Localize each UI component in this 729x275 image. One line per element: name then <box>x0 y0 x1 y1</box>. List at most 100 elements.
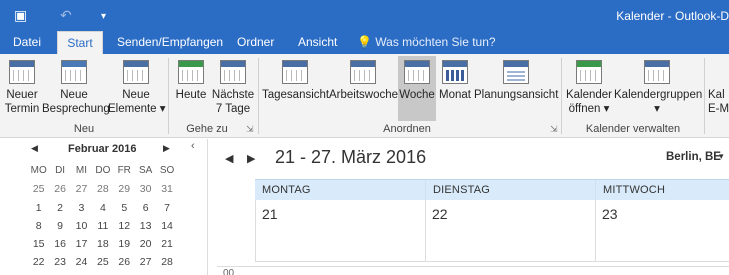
tell-me-search[interactable]: 💡 Was möchten Sie tun? <box>357 31 496 54</box>
mini-calendar-day[interactable]: 13 <box>135 217 156 235</box>
mini-calendar-day[interactable]: 4 <box>92 199 113 217</box>
mini-calendar-day[interactable]: 18 <box>92 235 113 253</box>
day-cell-tuesday[interactable]: 22 <box>425 200 595 262</box>
day-cell-wednesday[interactable]: 23 <box>595 200 729 262</box>
weather-location[interactable]: Berlin, BE <box>666 151 721 163</box>
ribbon: Neuer Termin Neue Besprechung Neue Eleme… <box>0 54 729 138</box>
mini-calendar-day[interactable]: 26 <box>49 180 70 198</box>
collapse-pane-icon[interactable]: ‹ <box>191 140 195 152</box>
mini-calendar-day[interactable]: 31 <box>156 180 177 198</box>
mini-calendar-day[interactable]: 28 <box>92 180 113 198</box>
mini-calendar-day[interactable]: 30 <box>135 180 156 198</box>
next-week-icon[interactable]: ▶ <box>247 152 255 165</box>
mini-calendar-day[interactable]: 28 <box>156 253 177 271</box>
mini-calendar-day[interactable]: 10 <box>71 217 92 235</box>
group-divider <box>704 58 705 134</box>
mini-calendar-prev-icon[interactable]: ◀ <box>31 143 38 154</box>
new-items-button[interactable]: Neue Elemente ▾ <box>108 56 166 121</box>
time-label: 00 <box>223 268 235 275</box>
mini-calendar-day[interactable]: 16 <box>49 235 70 253</box>
group-divider <box>258 58 259 134</box>
new-appointment-button[interactable]: Neuer Termin <box>3 56 41 121</box>
dialog-launcher-icon[interactable]: ⇲ <box>246 124 254 135</box>
mini-calendar-day[interactable]: 2 <box>49 199 70 217</box>
mini-calendar-day[interactable]: 9 <box>49 217 70 235</box>
mini-calendar-day[interactable]: 27 <box>71 180 92 198</box>
mini-calendar-day[interactable]: 24 <box>71 253 92 271</box>
day-cell-monday[interactable]: 21 <box>255 200 425 262</box>
mini-calendar-next-icon[interactable]: ▶ <box>163 143 170 154</box>
open-calendar-icon <box>576 60 602 84</box>
mini-calendar-day[interactable]: 7 <box>156 199 177 217</box>
calendar-groups-label-2: ▾ <box>654 103 660 115</box>
group-label-anordnen: Anordnen <box>383 123 431 135</box>
weekday-label: FR <box>117 165 131 176</box>
group-label-kalender-verwalten: Kalender verwalten <box>585 123 681 135</box>
mini-calendar-day[interactable]: 3 <box>71 199 92 217</box>
next-7-days-button[interactable]: Nächste 7 Tage <box>211 56 255 121</box>
email-calendar-button[interactable]: Kal E-M <box>708 56 729 121</box>
tab-ordner[interactable]: Ordner <box>237 31 274 54</box>
mini-calendar-day[interactable]: 1 <box>28 199 49 217</box>
mini-calendar-day[interactable]: 6 <box>135 199 156 217</box>
mini-calendar-day[interactable]: 14 <box>156 217 177 235</box>
mini-calendar-day[interactable]: 22 <box>28 253 49 271</box>
tab-datei[interactable]: Datei <box>13 31 41 54</box>
new-appointment-label-1: Neuer <box>6 89 38 101</box>
mini-calendar-day[interactable]: 12 <box>114 217 135 235</box>
month-view-button[interactable]: Monat <box>437 56 473 121</box>
week-view-button[interactable]: Woche <box>398 56 436 121</box>
mini-calendar-day[interactable]: 25 <box>92 253 113 271</box>
mini-calendar-day[interactable]: 19 <box>114 235 135 253</box>
mini-calendar-day[interactable]: 29 <box>114 180 135 198</box>
day-header-monday: MONTAG <box>262 184 311 196</box>
mini-calendar-day[interactable]: 5 <box>114 199 135 217</box>
mini-calendar-day[interactable]: 11 <box>92 217 113 235</box>
day-header-row: MONTAG DIENSTAG MITTWOCH <box>255 179 729 201</box>
new-items-label-1: Neue <box>122 89 150 101</box>
mini-calendar-day[interactable]: 27 <box>135 253 156 271</box>
open-calendar-button[interactable]: Kalender öffnen ▾ <box>565 56 613 121</box>
previous-week-icon[interactable]: ◀ <box>225 152 233 165</box>
work-week-icon <box>350 60 376 84</box>
dialog-launcher-icon[interactable]: ⇲ <box>550 124 558 135</box>
new-meeting-label-1: Neue <box>60 89 88 101</box>
today-button[interactable]: Heute <box>172 56 210 121</box>
week-view-label: Woche <box>399 89 435 101</box>
weekday-label: MI <box>75 165 88 176</box>
customize-qat-icon[interactable]: ▾ <box>101 8 106 26</box>
tab-senden-empfangen[interactable]: Senden/Empfangen <box>117 31 223 54</box>
tell-me-placeholder: Was möchten Sie tun? <box>375 35 496 49</box>
open-calendar-label-1: Kalender <box>565 89 613 101</box>
schedule-view-button[interactable]: Planungsansicht <box>474 56 558 121</box>
tab-start[interactable]: Start <box>57 31 103 54</box>
schedule-view-icon <box>503 60 529 84</box>
mini-calendar-day[interactable]: 23 <box>49 253 70 271</box>
mini-calendar-day[interactable]: 21 <box>156 235 177 253</box>
tab-ansicht[interactable]: Ansicht <box>298 31 337 54</box>
calendar-groups-button[interactable]: Kalendergruppen ▾ <box>614 56 702 121</box>
mini-calendar-day[interactable]: 8 <box>28 217 49 235</box>
new-meeting-button[interactable]: Neue Besprechung <box>42 56 110 121</box>
navigation-pane: ‹ ◀ Februar 2016 ▶ MO DI MI DO FR SA SO 25 26 27… <box>0 139 208 275</box>
mini-calendar-week: 8 9 10 11 12 13 14 <box>28 217 178 235</box>
week-view-icon <box>404 60 430 84</box>
mini-calendar-day[interactable]: 25 <box>28 180 49 198</box>
new-items-icon <box>123 60 149 84</box>
day-header-wednesday: MITTWOCH <box>595 180 729 201</box>
day-view-icon <box>282 60 308 84</box>
mini-calendar-day[interactable]: 20 <box>135 235 156 253</box>
mini-calendar-week: 22 23 24 25 26 27 28 <box>28 253 178 271</box>
undo-icon[interactable]: ↶ <box>60 6 72 24</box>
open-calendar-label-2: öffnen ▾ <box>568 103 610 115</box>
day-view-button[interactable]: Tagesansicht <box>262 56 329 121</box>
next-7-days-label-1: Nächste <box>211 89 255 101</box>
chevron-down-icon[interactable]: ▾ <box>719 151 724 162</box>
outlook-app-icon[interactable]: ▣ <box>14 6 27 24</box>
email-calendar-label-1: Kal <box>708 89 725 101</box>
work-week-button[interactable]: Arbeitswoche <box>329 56 398 121</box>
mini-calendar-day[interactable]: 17 <box>71 235 92 253</box>
mini-calendar-day[interactable]: 15 <box>28 235 49 253</box>
date-range-title: 21 - 27. März 2016 <box>275 147 427 167</box>
mini-calendar-day[interactable]: 26 <box>114 253 135 271</box>
